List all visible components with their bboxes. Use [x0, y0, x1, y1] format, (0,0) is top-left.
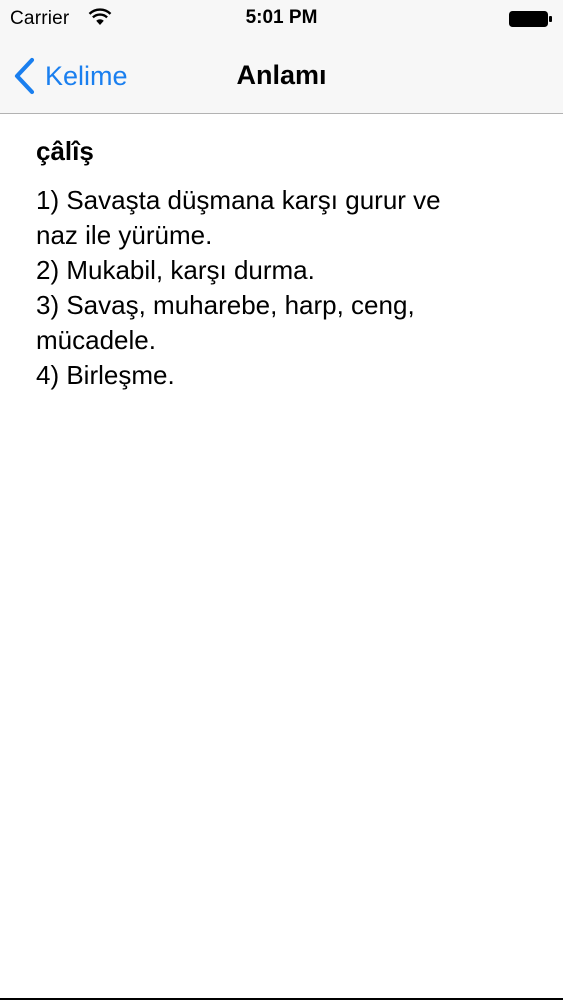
status-time: 5:01 PM	[245, 7, 318, 28]
page-title: Anlamı	[236, 60, 327, 90]
meaning-line: 2) Mukabil, karşı durma.	[36, 255, 315, 285]
entry-meaning: 1) Savaşta düşmana karşı gurur ve naz il…	[36, 183, 516, 393]
entry-word: çâlîş	[36, 136, 94, 166]
battery-icon	[509, 11, 552, 27]
status-bar: Carrier 5:01 PM	[0, 0, 563, 38]
screen: Carrier 5:01 PM Kelime Anlamı çâlîş 1) S…	[0, 0, 563, 1000]
entry-content: çâlîş 1) Savaşta düşmana karşı gurur ve …	[36, 136, 516, 393]
meaning-line: 4) Birleşme.	[36, 360, 175, 390]
meaning-line: 1) Savaşta düşmana karşı gurur ve	[36, 185, 441, 215]
meaning-line: naz ile yürüme.	[36, 220, 213, 250]
meaning-line: mücadele.	[36, 325, 156, 355]
meaning-line: 3) Savaş, muharebe, harp, ceng,	[36, 290, 415, 320]
navigation-bar: Kelime Anlamı	[0, 38, 563, 114]
